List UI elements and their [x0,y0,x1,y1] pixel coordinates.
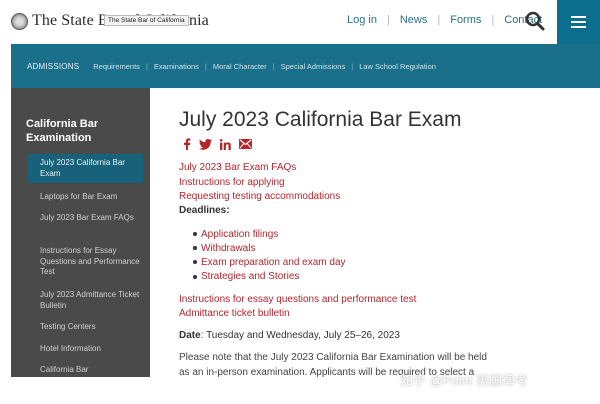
facebook-icon[interactable] [183,138,191,150]
sidebar: California Bar Examination July 2023 Cal… [11,88,150,377]
page-frame: The State Bar of California The State Ba… [11,0,600,377]
link-exam-preparation[interactable]: Exam preparation and exam day [201,257,346,268]
sidebar-item-laptops[interactable]: Laptops for Bar Exam [40,192,140,203]
subnav-section-label[interactable]: ADMISSIONS [27,62,79,71]
sidebar-title: California Bar Examination [26,118,99,144]
date-label: Date [179,330,201,341]
twitter-icon[interactable] [199,138,212,150]
link-faqs[interactable]: July 2023 Bar Exam FAQs [179,162,296,173]
link-essay-instructions[interactable]: Instructions for essay questions and per… [179,294,416,305]
watermark-text: 知乎 @Point 美国律考 [400,373,529,388]
subnav-moral-character[interactable]: Moral Character [213,62,267,71]
subnav-special-admissions[interactable]: Special Admissions [281,62,346,71]
search-icon[interactable] [524,10,546,32]
link-testing-accommodations[interactable]: Requesting testing accommodations [179,191,340,202]
list-item: Strategies and Stories [193,270,346,284]
nav-login[interactable]: Log in [337,14,387,26]
list-item: Withdrawals [193,241,346,255]
nav-forms[interactable]: Forms [440,14,491,26]
link-admittance-bulletin[interactable]: Admittance ticket bulletin [179,308,290,319]
sidebar-item-essay-instructions[interactable]: Instructions for Essay Questions and Per… [40,246,140,278]
admissions-subnav: ADMISSIONS Requirements | Examinations |… [11,44,600,88]
exam-date: Date: Tuesday and Wednesday, July 25–26,… [179,330,400,341]
list-item: Exam preparation and exam day [193,255,346,269]
nav-news[interactable]: News [390,14,438,26]
sidebar-item-testing-centers[interactable]: Testing Centers [40,322,140,333]
link-application-filings[interactable]: Application filings [201,229,278,240]
subnav-requirements[interactable]: Requirements [93,62,140,71]
subnav-law-school-regulation[interactable]: Law School Regulation [359,62,436,71]
email-icon[interactable] [239,139,252,149]
date-value: : Tuesday and Wednesday, July 25–26, 202… [200,330,400,341]
link-strategies-stories[interactable]: Strategies and Stories [201,271,299,282]
link-instructions-applying[interactable]: Instructions for applying [179,177,285,188]
sidebar-item-july-2023-exam[interactable]: July 2023 California Bar Exam [28,154,143,183]
sidebar-item-california-bar[interactable]: California Bar [40,365,140,376]
link-withdrawals[interactable]: Withdrawals [201,243,255,254]
deadlines-label: Deadlines: [179,205,230,216]
sidebar-item-admittance-bulletin[interactable]: July 2023 Admittance Ticket Bulletin [40,290,140,311]
linkedin-icon[interactable] [220,138,231,150]
top-nav: Log in | News | Forms | Contact [337,14,552,26]
state-bar-seal-icon [11,12,28,30]
hamburger-menu-icon[interactable] [557,0,600,44]
sidebar-item-faqs[interactable]: July 2023 Bar Exam FAQs [40,213,140,224]
share-bar [183,138,252,150]
page-title: July 2023 California Bar Exam [179,108,462,131]
list-item: Application filings [193,227,346,241]
logo-tooltip: The State Bar of California [104,15,189,26]
deadlines-list: Application filings Withdrawals Exam pre… [193,227,346,284]
subnav-examinations[interactable]: Examinations [154,62,199,71]
sidebar-item-hotel-information[interactable]: Hotel Information [40,344,140,355]
site-header: The State Bar of California The State Ba… [11,0,600,44]
